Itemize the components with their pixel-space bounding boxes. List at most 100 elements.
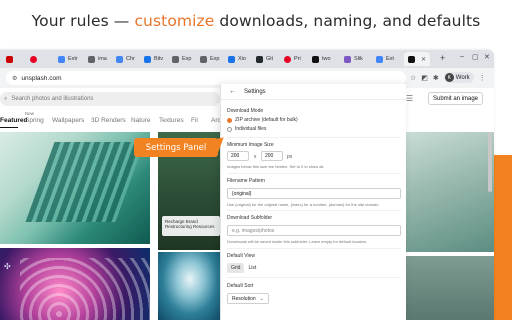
filename-pattern-input[interactable]: {original} bbox=[227, 188, 401, 199]
browser-tab[interactable]: Slik bbox=[344, 52, 363, 66]
browser-tab[interactable]: Xio bbox=[228, 52, 246, 66]
default-sort-label: Default Sort bbox=[227, 283, 254, 289]
tab-favicon-icon bbox=[344, 55, 351, 63]
browser-tab[interactable]: Exp bbox=[200, 52, 219, 66]
tab-favicon-icon bbox=[172, 55, 179, 63]
photo-tile[interactable] bbox=[158, 252, 222, 320]
browser-tab[interactable]: Exp bbox=[172, 52, 191, 66]
browser-tab[interactable] bbox=[6, 52, 16, 66]
tab-favicon-icon bbox=[228, 55, 235, 63]
browser-tab-active[interactable]: ✕ bbox=[404, 52, 431, 66]
page-scrollbar[interactable] bbox=[488, 132, 492, 192]
min-height-input[interactable]: 200 bbox=[261, 151, 283, 161]
search-placeholder: Search photos and illustrations bbox=[11, 96, 94, 102]
section-divider bbox=[227, 210, 401, 211]
profile-label: Work bbox=[455, 74, 470, 81]
section-divider bbox=[227, 277, 401, 278]
site-info-icon[interactable]: ⚙ bbox=[12, 75, 17, 82]
section-divider bbox=[227, 173, 401, 174]
download-mode-label: Download Mode bbox=[227, 108, 264, 114]
browser-tab[interactable]: Chr bbox=[116, 52, 135, 66]
min-width-input[interactable]: 200 bbox=[227, 151, 249, 161]
browser-tab[interactable]: Pri bbox=[284, 52, 301, 66]
photo-tile[interactable] bbox=[0, 132, 150, 244]
radio-zip-archive[interactable]: ZIP archive (default for bulk) bbox=[227, 117, 298, 123]
tab-strip: Extr ima Chr Bitv Exp Exp Xio Git Pri tw… bbox=[0, 50, 494, 68]
maximize-icon[interactable]: ▢ bbox=[472, 53, 479, 61]
photo-tile[interactable] bbox=[406, 256, 494, 320]
browser-tab[interactable]: Git bbox=[256, 52, 273, 66]
address-bar[interactable]: ⚙ unsplash.com bbox=[6, 71, 406, 85]
section-divider bbox=[227, 137, 401, 138]
browser-tab[interactable]: two bbox=[312, 52, 331, 66]
minimize-icon[interactable]: – bbox=[460, 53, 464, 60]
puzzle-icon[interactable]: ✱ bbox=[433, 74, 439, 82]
photo-tile[interactable]: ✣ bbox=[0, 248, 150, 320]
headline-prefix: Your rules — bbox=[31, 12, 135, 30]
back-arrow-icon[interactable]: ← bbox=[229, 88, 236, 95]
tab-favicon-icon bbox=[6, 55, 13, 63]
headline-suffix: downloads, naming, and defaults bbox=[214, 12, 481, 30]
default-view-label: Default View bbox=[227, 253, 255, 259]
category-nature[interactable]: Nature bbox=[131, 117, 151, 124]
browser-tab[interactable]: Extr bbox=[58, 52, 78, 66]
view-list-option[interactable]: List bbox=[244, 263, 260, 273]
default-sort-select[interactable]: Resolution ⌄ bbox=[227, 293, 269, 304]
filename-pattern-label: Filename Pattern bbox=[227, 178, 266, 184]
category-3d-renders[interactable]: 3D Renders bbox=[91, 117, 126, 124]
profile-chip[interactable]: K Work bbox=[443, 72, 474, 83]
tab-favicon-icon bbox=[284, 55, 291, 63]
radio-unselected-icon bbox=[227, 126, 232, 132]
tab-favicon-icon bbox=[116, 55, 123, 63]
toolbar-icons: ☆ ◩ ✱ K Work ⋮ bbox=[410, 72, 486, 83]
category-featured[interactable]: Featured bbox=[0, 117, 27, 124]
filename-pattern-help: Use {original} for the original name, {i… bbox=[227, 202, 380, 207]
more-menu-icon[interactable]: ⋮ bbox=[479, 74, 486, 82]
sparkle-icon: ✣ bbox=[4, 262, 11, 271]
subfolder-help: Downloads will be saved inside this subf… bbox=[227, 239, 368, 244]
settings-title: Settings bbox=[244, 88, 266, 95]
settings-panel: ← Settings Download Mode ZIP archive (de… bbox=[220, 84, 407, 320]
tab-favicon-icon bbox=[376, 55, 383, 63]
decorative-block-right bbox=[494, 155, 512, 320]
new-tab-button[interactable]: + bbox=[440, 53, 445, 63]
extension-icon[interactable]: ◩ bbox=[421, 74, 428, 82]
category-film[interactable]: Fil bbox=[191, 117, 198, 124]
tab-favicon-icon bbox=[408, 55, 415, 63]
hamburger-menu-icon[interactable]: ☰ bbox=[406, 94, 413, 103]
site-search-input[interactable]: ⌕ Search photos and illustrations bbox=[0, 92, 220, 106]
new-badge: New bbox=[25, 111, 35, 116]
min-size-help: Images below this size are hidden. Set t… bbox=[227, 164, 325, 169]
tab-favicon-icon bbox=[30, 55, 37, 63]
category-wallpapers[interactable]: Wallpapers bbox=[52, 117, 84, 124]
bookmark-star-icon[interactable]: ☆ bbox=[410, 74, 416, 82]
chevron-down-icon: ⌄ bbox=[259, 295, 264, 302]
promo-headline: Your rules — customize downloads, naming… bbox=[0, 12, 512, 30]
default-sort-value: Resolution bbox=[232, 295, 256, 302]
tab-favicon-icon bbox=[144, 55, 151, 63]
subfolder-input[interactable]: e.g. images/photos bbox=[227, 225, 401, 236]
radio-selected-icon bbox=[227, 117, 232, 123]
category-spring[interactable]: Spring bbox=[25, 117, 44, 124]
default-view-toggle: Grid List bbox=[227, 263, 260, 273]
radio-individual-files[interactable]: Individual files bbox=[227, 126, 266, 132]
view-grid-option[interactable]: Grid bbox=[227, 263, 245, 273]
size-unit: px bbox=[287, 154, 293, 160]
headline-accent: customize bbox=[134, 12, 215, 30]
close-window-icon[interactable]: ✕ bbox=[484, 53, 490, 61]
settings-header: ← Settings bbox=[221, 84, 407, 100]
settings-panel-callout: Settings Panel bbox=[134, 138, 218, 157]
sponsored-tag[interactable]: Recharge Brand Restructuring Resources bbox=[162, 216, 220, 236]
photo-tile[interactable] bbox=[406, 132, 494, 252]
size-separator: x bbox=[254, 154, 257, 160]
tab-close-icon[interactable]: ✕ bbox=[421, 56, 426, 63]
tab-favicon-icon bbox=[200, 55, 207, 63]
url-text: unsplash.com bbox=[21, 74, 62, 82]
tab-favicon-icon bbox=[88, 55, 95, 63]
browser-tab[interactable] bbox=[30, 52, 40, 66]
browser-tab[interactable]: ima bbox=[88, 52, 107, 66]
submit-image-button[interactable]: Submit an image bbox=[428, 92, 484, 105]
browser-tab[interactable]: Ext bbox=[376, 52, 394, 66]
browser-tab[interactable]: Bitv bbox=[144, 52, 163, 66]
category-textures[interactable]: Textures bbox=[159, 117, 184, 124]
